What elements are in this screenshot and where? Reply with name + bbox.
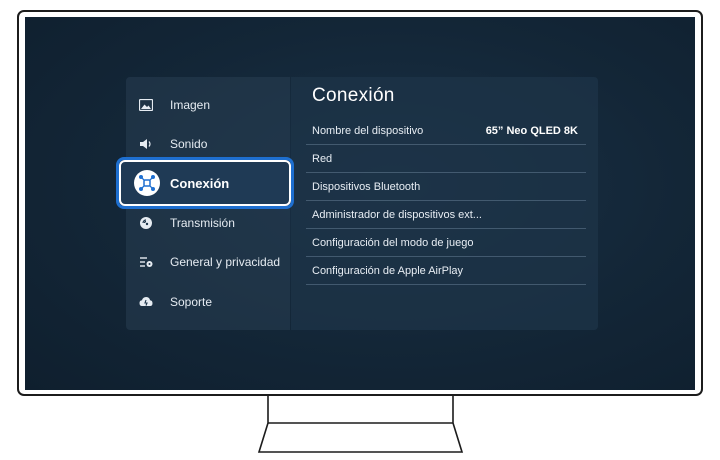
setting-airplay[interactable]: Configuración de Apple AirPlay	[306, 257, 586, 285]
menu-item-label: Conexión	[170, 175, 230, 191]
broadcast-icon	[138, 215, 154, 231]
setting-label: Dispositivos Bluetooth	[312, 180, 421, 193]
menu-item-label: Imagen	[170, 98, 211, 112]
menu-item-sonido[interactable]: Sonido	[138, 132, 283, 156]
setting-value: 65” Neo QLED 8K	[485, 124, 578, 137]
setting-label: Configuración de Apple AirPlay	[312, 264, 464, 277]
setting-label: Nombre del dispositivo	[312, 124, 424, 137]
setting-red[interactable]: Red	[306, 145, 586, 173]
menu-item-label: Sonido	[170, 137, 208, 151]
setting-device-name[interactable]: Nombre del dispositivo 65” Neo QLED 8K	[306, 117, 586, 145]
section-title: Conexión	[312, 85, 395, 106]
menu-item-transmision[interactable]: Transmisión	[138, 211, 283, 235]
menu-item-conexion[interactable]: Conexión	[119, 160, 291, 206]
setting-label: Administrador de dispositivos ext...	[312, 208, 482, 221]
menu-item-label: Transmisión	[170, 216, 235, 230]
setting-label: Configuración del modo de juego	[312, 236, 474, 249]
setting-game-mode[interactable]: Configuración del modo de juego	[306, 229, 586, 257]
menu-item-general-privacidad[interactable]: General y privacidad	[138, 250, 283, 274]
menu-item-soporte[interactable]: Soporte	[138, 290, 283, 314]
general-settings-icon	[138, 254, 154, 270]
setting-bluetooth[interactable]: Dispositivos Bluetooth	[306, 173, 586, 201]
setting-external-devices[interactable]: Administrador de dispositivos ext...	[306, 201, 586, 229]
support-icon	[138, 294, 154, 310]
speaker-icon	[138, 136, 154, 152]
setting-label: Red	[312, 152, 333, 165]
picture-icon	[138, 97, 154, 113]
menu-item-label: Soporte	[170, 295, 213, 309]
menu-item-imagen[interactable]: Imagen	[138, 93, 283, 117]
connection-icon	[134, 170, 160, 196]
menu-item-label: General y privacidad	[170, 255, 281, 269]
